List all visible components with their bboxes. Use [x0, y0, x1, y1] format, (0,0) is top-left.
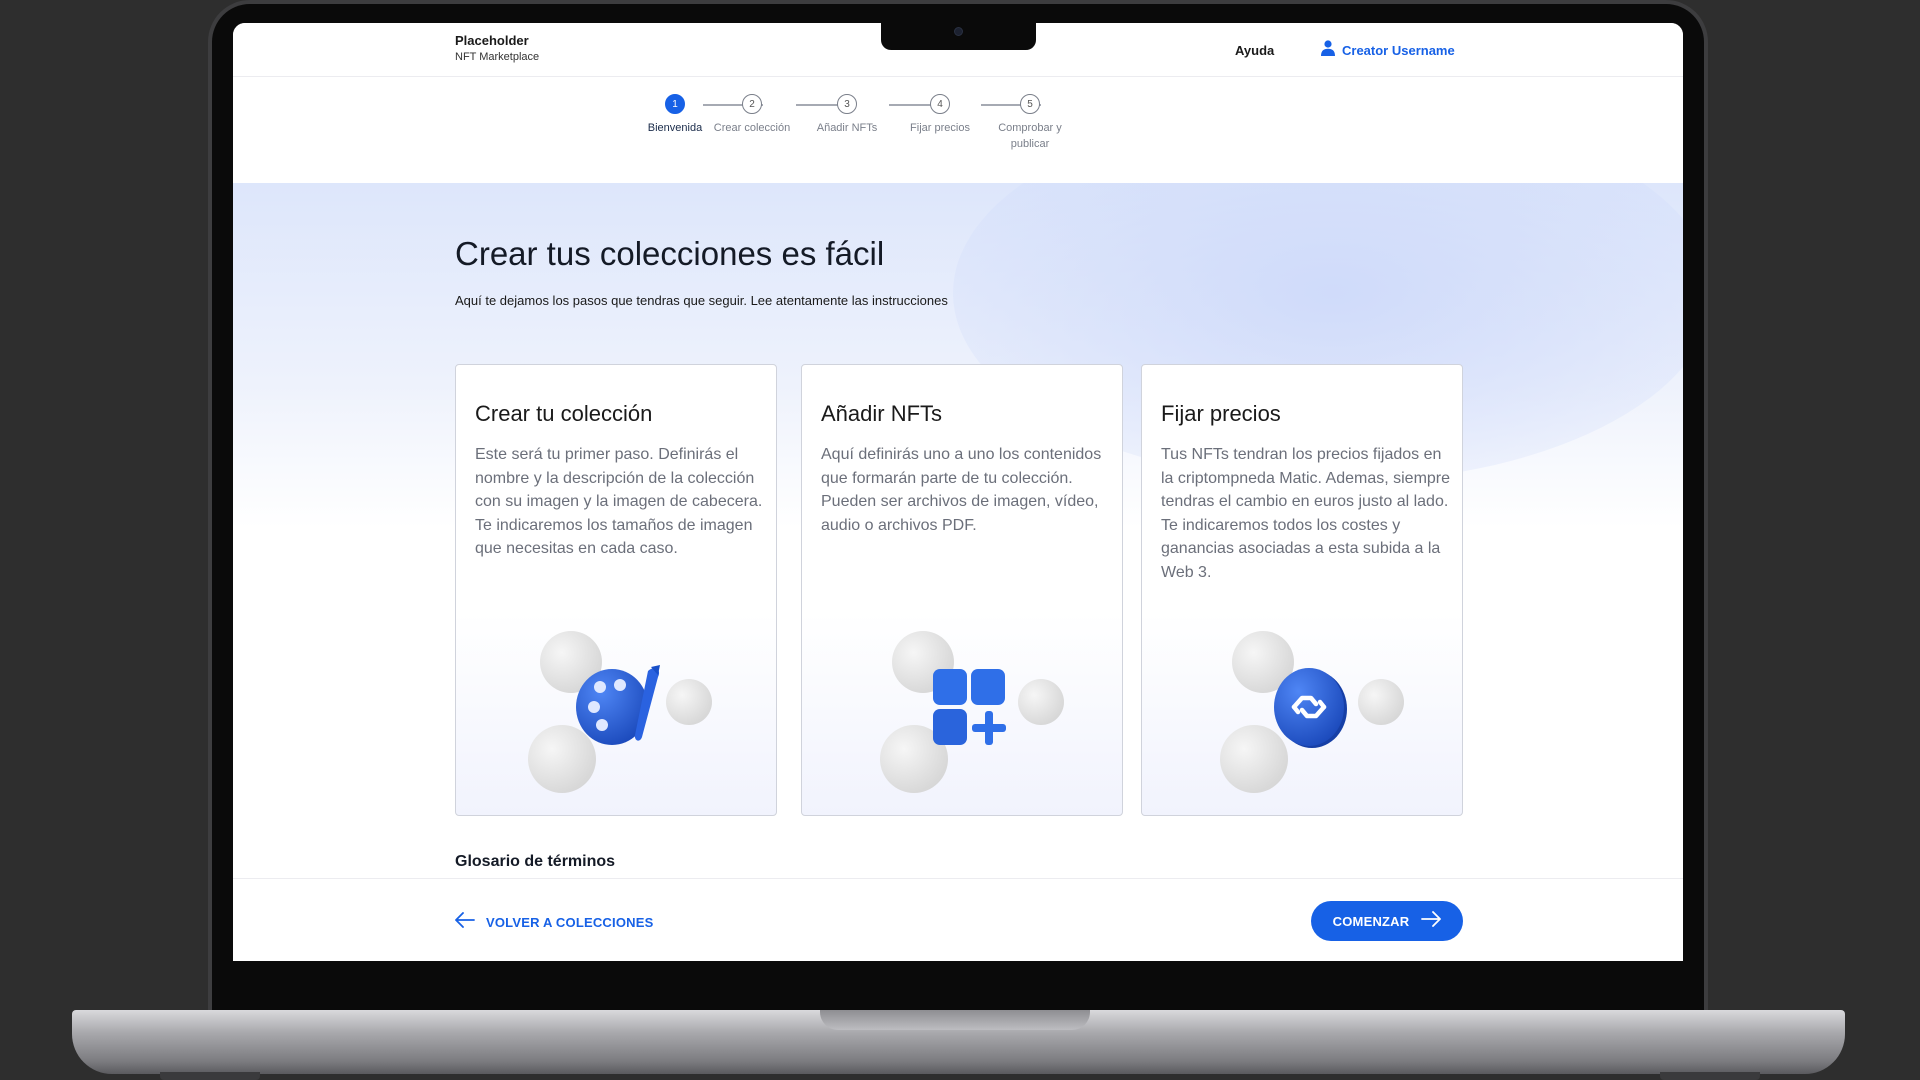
laptop-foot-left [160, 1072, 260, 1080]
card-illustration [456, 615, 776, 815]
brand[interactable]: Placeholder NFT Marketplace [455, 33, 539, 63]
user-menu[interactable]: Creator Username [1321, 40, 1455, 61]
decorative-sphere [1358, 679, 1404, 725]
step-label: Crear colección [713, 122, 791, 134]
polygon-matic-icon [1274, 667, 1348, 754]
palette-icon [572, 661, 668, 758]
card-title: Fijar precios [1161, 401, 1281, 426]
page-title: Crear tus colecciones es fácil [455, 235, 885, 272]
step-label: Añadir NFTs [816, 122, 878, 134]
laptop-foot-right [1660, 1072, 1760, 1080]
back-label: VOLVER A COLECCIONES [486, 915, 654, 930]
glossary-heading: Glosario de términos [455, 853, 616, 870]
card-description: Tus NFTs tendran los precios fijados en … [1161, 446, 1451, 581]
card-description: Este será tu primer paso. Definirás el n… [475, 446, 763, 558]
user-icon [1321, 40, 1335, 61]
step-number: 4 [930, 94, 950, 114]
add-grid-icon [933, 667, 1009, 756]
decorative-sphere [666, 679, 712, 725]
camera-notch [881, 23, 1036, 50]
step-label: Fijar precios [910, 122, 970, 134]
footer-actions: VOLVER A COLECCIONES COMENZAR [233, 878, 1683, 961]
step-number: 1 [665, 94, 685, 114]
step-anadir-nfts[interactable]: 3 Añadir NFTs [799, 94, 895, 136]
laptop-base-lip [820, 1010, 1090, 1030]
arrow-right-icon [1421, 910, 1442, 932]
main-content: Crear tus colecciones es fácil Aquí te d… [233, 183, 1683, 901]
card-crear-coleccion: Crear tu colección Este será tu primer p… [455, 364, 777, 816]
arrow-left-icon [455, 912, 475, 933]
step-number: 5 [1020, 94, 1040, 114]
start-button[interactable]: COMENZAR [1311, 901, 1463, 941]
card-description: Aquí definirás uno a uno los contenidos … [821, 446, 1102, 534]
start-label: COMENZAR [1332, 913, 1410, 929]
card-illustration [802, 615, 1122, 815]
card-anadir-nfts: Añadir NFTs Aquí definirás uno a uno los… [801, 364, 1123, 816]
step-number: 3 [837, 94, 857, 114]
progress-stepper: 1 Bienvenida 2 Crear colección 3 Añadir … [233, 77, 1683, 183]
card-title: Crear tu colección [475, 401, 653, 426]
step-comprobar-publicar[interactable]: 5 Comprobar y publicar [990, 94, 1070, 152]
step-number: 2 [742, 94, 762, 114]
user-name: Creator Username [1342, 43, 1455, 58]
decorative-sphere [1018, 679, 1064, 725]
help-link[interactable]: Ayuda [1235, 43, 1274, 58]
back-to-collections-button[interactable]: VOLVER A COLECCIONES [455, 912, 653, 933]
brand-subtitle: NFT Marketplace [455, 51, 540, 63]
camera-icon [954, 27, 963, 36]
brand-title: Placeholder [455, 33, 529, 48]
step-crear-coleccion[interactable]: 2 Crear colección [712, 94, 792, 136]
app-screen: Placeholder NFT Marketplace Ayuda Creato… [233, 23, 1683, 961]
card-title: Añadir NFTs [821, 401, 943, 426]
step-label: Comprobar y publicar [998, 122, 1062, 150]
page-subtitle: Aquí te dejamos los pasos que tendras qu… [455, 293, 948, 308]
card-fijar-precios: Fijar precios Tus NFTs tendran los preci… [1141, 364, 1463, 816]
step-fijar-precios[interactable]: 4 Fijar precios [892, 94, 988, 136]
card-illustration [1142, 615, 1462, 815]
